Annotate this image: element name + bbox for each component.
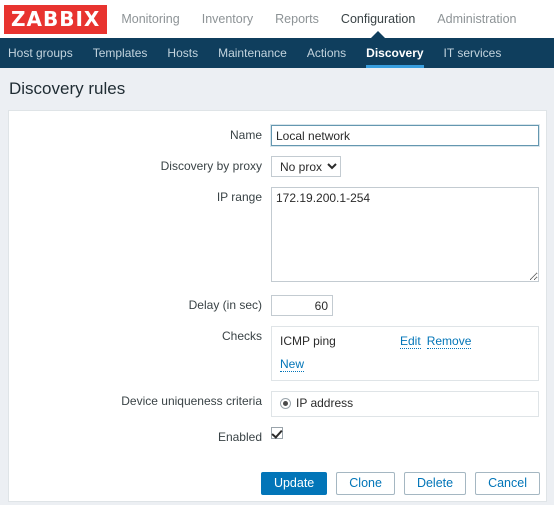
check-new-link[interactable]: New <box>280 357 305 372</box>
subnav-item-host-groups[interactable]: Host groups <box>8 38 73 68</box>
ip-range-label: IP range <box>216 190 262 204</box>
top-header: ZABBIX Monitoring Inventory Reports Conf… <box>0 0 554 38</box>
page-title: Discovery rules <box>9 79 126 98</box>
delay-label: Delay (in sec) <box>188 298 262 312</box>
delay-control <box>271 295 546 316</box>
nav-item-inventory[interactable]: Inventory <box>202 0 253 38</box>
check-name: ICMP ping <box>280 334 336 348</box>
check-remove-link[interactable]: Remove <box>426 334 472 349</box>
ip-range-textarea[interactable]: 172.19.200.1-254 <box>271 187 539 282</box>
name-control <box>271 125 546 146</box>
proxy-select[interactable]: No proxy <box>271 156 341 177</box>
discovery-rule-form: Name Discovery by proxy No proxy IP rang… <box>8 110 547 502</box>
check-edit-link[interactable]: Edit <box>400 334 421 349</box>
enabled-label: Enabled <box>217 430 262 444</box>
subnav-item-discovery[interactable]: Discovery <box>366 38 424 68</box>
subnav-item-hosts[interactable]: Hosts <box>167 38 198 68</box>
proxy-control: No proxy <box>271 156 546 177</box>
name-input[interactable] <box>271 125 539 146</box>
enabled-checkbox[interactable] <box>271 427 283 439</box>
form-row-checks: Checks ICMP ping Edit Remove New <box>9 326 546 381</box>
proxy-label: Discovery by proxy <box>160 159 262 173</box>
checks-control: ICMP ping Edit Remove New <box>271 326 546 381</box>
zabbix-logo[interactable]: ZABBIX <box>4 4 108 34</box>
checks-label: Checks <box>221 329 262 343</box>
cancel-button[interactable]: Cancel <box>475 472 540 495</box>
subnav-item-templates[interactable]: Templates <box>93 38 148 68</box>
delay-input[interactable] <box>271 295 333 316</box>
clone-button[interactable]: Clone <box>336 472 395 495</box>
checks-box: ICMP ping Edit Remove New <box>271 326 539 381</box>
ip-range-control: 172.19.200.1-254 <box>271 187 546 285</box>
subnav-item-it-services[interactable]: IT services <box>444 38 502 68</box>
enabled-control <box>271 427 546 442</box>
uniqueness-control: IP address <box>271 391 546 417</box>
nav-item-administration[interactable]: Administration <box>437 0 516 38</box>
form-row-ip-range: IP range 172.19.200.1-254 <box>9 187 546 285</box>
form-actions: Update Clone Delete Cancel <box>9 458 546 495</box>
nav-item-reports[interactable]: Reports <box>275 0 319 38</box>
check-item-row: ICMP ping Edit Remove <box>280 334 530 349</box>
uniqueness-box: IP address <box>271 391 539 417</box>
nav-item-monitoring[interactable]: Monitoring <box>121 0 179 38</box>
update-button[interactable]: Update <box>260 472 328 495</box>
name-label: Name <box>229 128 262 142</box>
delete-button[interactable]: Delete <box>403 472 467 495</box>
subnav-item-maintenance[interactable]: Maintenance <box>218 38 287 68</box>
form-row-name: Name <box>9 125 546 146</box>
subnav-item-actions[interactable]: Actions <box>307 38 346 68</box>
uniqueness-label: Device uniqueness criteria <box>121 394 262 408</box>
radio-ip-address-icon[interactable] <box>280 397 291 409</box>
form-row-enabled: Enabled <box>9 427 546 448</box>
radio-ip-address-label[interactable]: IP address <box>296 396 353 410</box>
page-title-bar: Discovery rules <box>0 68 554 110</box>
form-row-delay: Delay (in sec) <box>9 295 546 316</box>
form-row-proxy: Discovery by proxy No proxy <box>9 156 546 177</box>
form-row-uniqueness: Device uniqueness criteria IP address <box>9 391 546 417</box>
main-navigation: Monitoring Inventory Reports Configurati… <box>121 0 516 38</box>
nav-active-arrow-icon <box>371 31 386 38</box>
sub-navigation: Host groups Templates Hosts Maintenance … <box>0 38 554 68</box>
